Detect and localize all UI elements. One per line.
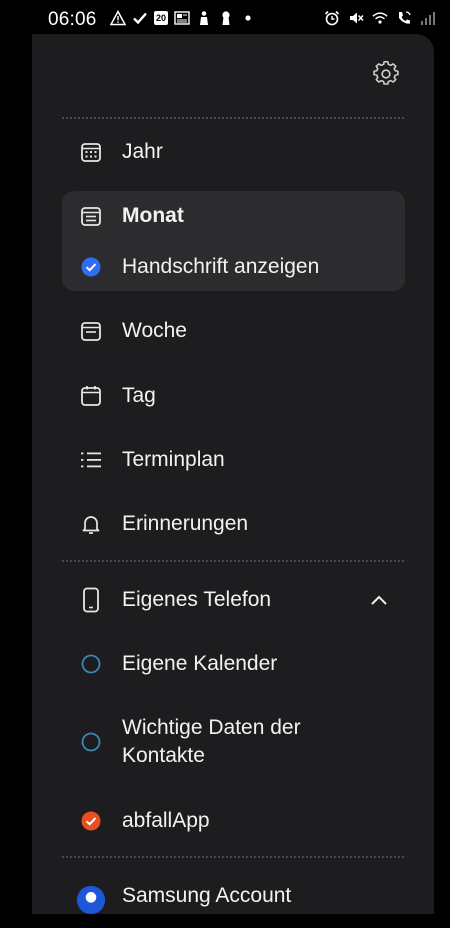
gear-icon — [373, 60, 399, 92]
view-day[interactable]: Tag — [62, 368, 404, 424]
view-schedule-label: Terminplan — [122, 448, 225, 471]
checked-circle-orange-icon — [76, 806, 106, 836]
view-day-label: Tag — [122, 384, 156, 407]
check-icon — [132, 10, 148, 26]
view-reminders[interactable]: Erinnerungen — [62, 496, 404, 552]
divider-bottom — [62, 856, 404, 858]
divider-middle — [62, 560, 404, 562]
status-time: 06:06 — [48, 9, 97, 30]
person-icon — [196, 10, 212, 26]
account-phone-label: Eigenes Telefon — [122, 588, 272, 611]
signal-icon — [420, 10, 436, 26]
calendar-own[interactable]: Eigene Kalender — [62, 636, 404, 692]
calendar-grid-icon — [76, 137, 106, 167]
status-right-icons — [324, 10, 436, 26]
dot-icon — [240, 10, 256, 26]
view-month-label: Monat — [122, 204, 184, 227]
calendar-week-icon — [76, 316, 106, 346]
mute-icon — [348, 10, 364, 26]
settings-button[interactable] — [370, 60, 402, 92]
samsung-account-icon — [76, 885, 106, 915]
bell-icon — [76, 509, 106, 539]
status-left-icons: 20 — [110, 10, 256, 26]
wifi-call-icon — [396, 10, 412, 26]
status-bar: 06:06 20 — [0, 0, 450, 36]
account-samsung-label: Samsung Account — [122, 884, 292, 907]
view-week[interactable]: Woche — [62, 303, 404, 359]
account-phone-header[interactable]: Eigenes Telefon — [62, 572, 404, 628]
phone-icon — [76, 585, 106, 615]
view-year-label: Jahr — [122, 140, 163, 163]
warning-icon — [110, 10, 126, 26]
wifi-icon — [372, 10, 388, 26]
news-icon — [174, 10, 190, 26]
unchecked-circle-icon — [76, 649, 106, 679]
view-reminders-label: Erinnerungen — [122, 512, 249, 535]
view-schedule[interactable]: Terminplan — [62, 432, 404, 488]
chevron-up-icon[interactable] — [364, 585, 394, 615]
view-month[interactable]: Monat — [62, 188, 404, 244]
navigation-drawer: Jahr Monat Handschrift anzeigen Woche Ta… — [32, 34, 434, 915]
unchecked-circle-icon — [76, 727, 106, 757]
account-samsung[interactable]: Samsung Account — [62, 872, 404, 928]
calendar-contacts[interactable]: Wichtige Daten der Kontakte — [62, 714, 404, 770]
keyhole-icon — [218, 10, 234, 26]
calendar-abfallapp-label: abfallApp — [122, 809, 210, 832]
calendar-day-icon — [76, 381, 106, 411]
alarm-icon — [324, 10, 340, 26]
view-year[interactable]: Jahr — [62, 124, 404, 180]
calendar-contacts-label: Wichtige Daten der Kontakte — [122, 716, 301, 767]
checked-circle-icon — [76, 252, 106, 282]
calendar-own-label: Eigene Kalender — [122, 652, 278, 675]
list-icon — [76, 445, 106, 475]
calendar-abfallapp[interactable]: abfallApp — [62, 793, 404, 849]
divider-top — [62, 117, 404, 119]
handwriting-option[interactable]: Handschrift anzeigen — [62, 239, 404, 295]
calendar-month-icon — [76, 201, 106, 231]
view-week-label: Woche — [122, 319, 187, 342]
handwriting-option-label: Handschrift anzeigen — [122, 255, 320, 278]
calendar-20-icon: 20 — [154, 11, 168, 25]
